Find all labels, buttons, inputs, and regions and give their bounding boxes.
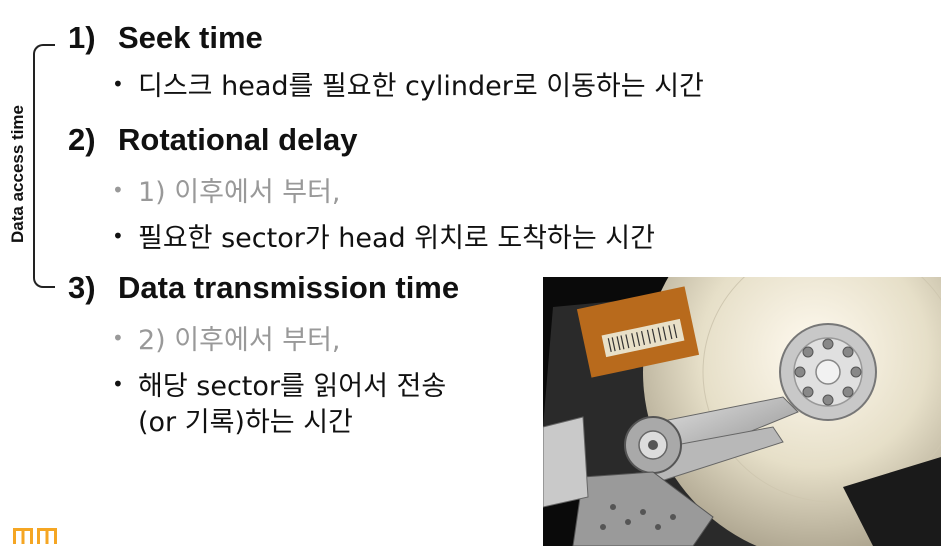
hard-disk-drive-photo [543, 277, 941, 546]
bullet-text: 2) 이후에서 부터, [138, 325, 341, 356]
heading-number: 3) [68, 270, 96, 305]
bullet-rotational-after: • 1) 이후에서 부터, [112, 170, 341, 209]
bullet-rotational-desc: • 필요한 sector가 head 위치로 도착하는 시간 [112, 216, 655, 255]
bullet-transmission-desc-cont: (or 기록)하는 시간 [138, 407, 353, 438]
bullet-transmission-desc: • 해당 sector를 읽어서 전송 [112, 364, 446, 403]
heading-number: 2) [68, 122, 96, 157]
heading-number: 1) [68, 20, 96, 55]
data-access-bracket [33, 44, 55, 288]
bullet-text: 필요한 sector가 head 위치로 도착하는 시간 [138, 223, 655, 254]
side-label: Data access time [8, 105, 27, 243]
heading-title: Data transmission time [118, 270, 460, 305]
bullet-seek-desc: • 디스크 head를 필요한 cylinder로 이동하는 시간 [112, 64, 704, 103]
bullet-text: 1) 이후에서 부터, [138, 177, 341, 208]
heading-rotational-delay: 2) Rotational delay [68, 122, 357, 158]
bullet-dot: • [112, 178, 124, 202]
hdd-illustration [543, 277, 941, 546]
heading-title: Seek time [118, 20, 263, 55]
bullet-text: 디스크 head를 필요한 cylinder로 이동하는 시간 [138, 71, 704, 102]
bullet-dot: • [112, 72, 124, 96]
bullet-dot: • [112, 224, 124, 248]
bullet-dot: • [112, 326, 124, 350]
university-logo-icon [13, 528, 57, 548]
heading-data-transmission-time: 3) Data transmission time [68, 270, 459, 306]
bullet-dot: • [112, 372, 124, 396]
heading-title: Rotational delay [118, 122, 358, 157]
bullet-text: 해당 sector를 읽어서 전송 [138, 371, 447, 402]
bullet-transmission-after: • 2) 이후에서 부터, [112, 318, 341, 357]
heading-seek-time: 1) Seek time [68, 20, 263, 56]
